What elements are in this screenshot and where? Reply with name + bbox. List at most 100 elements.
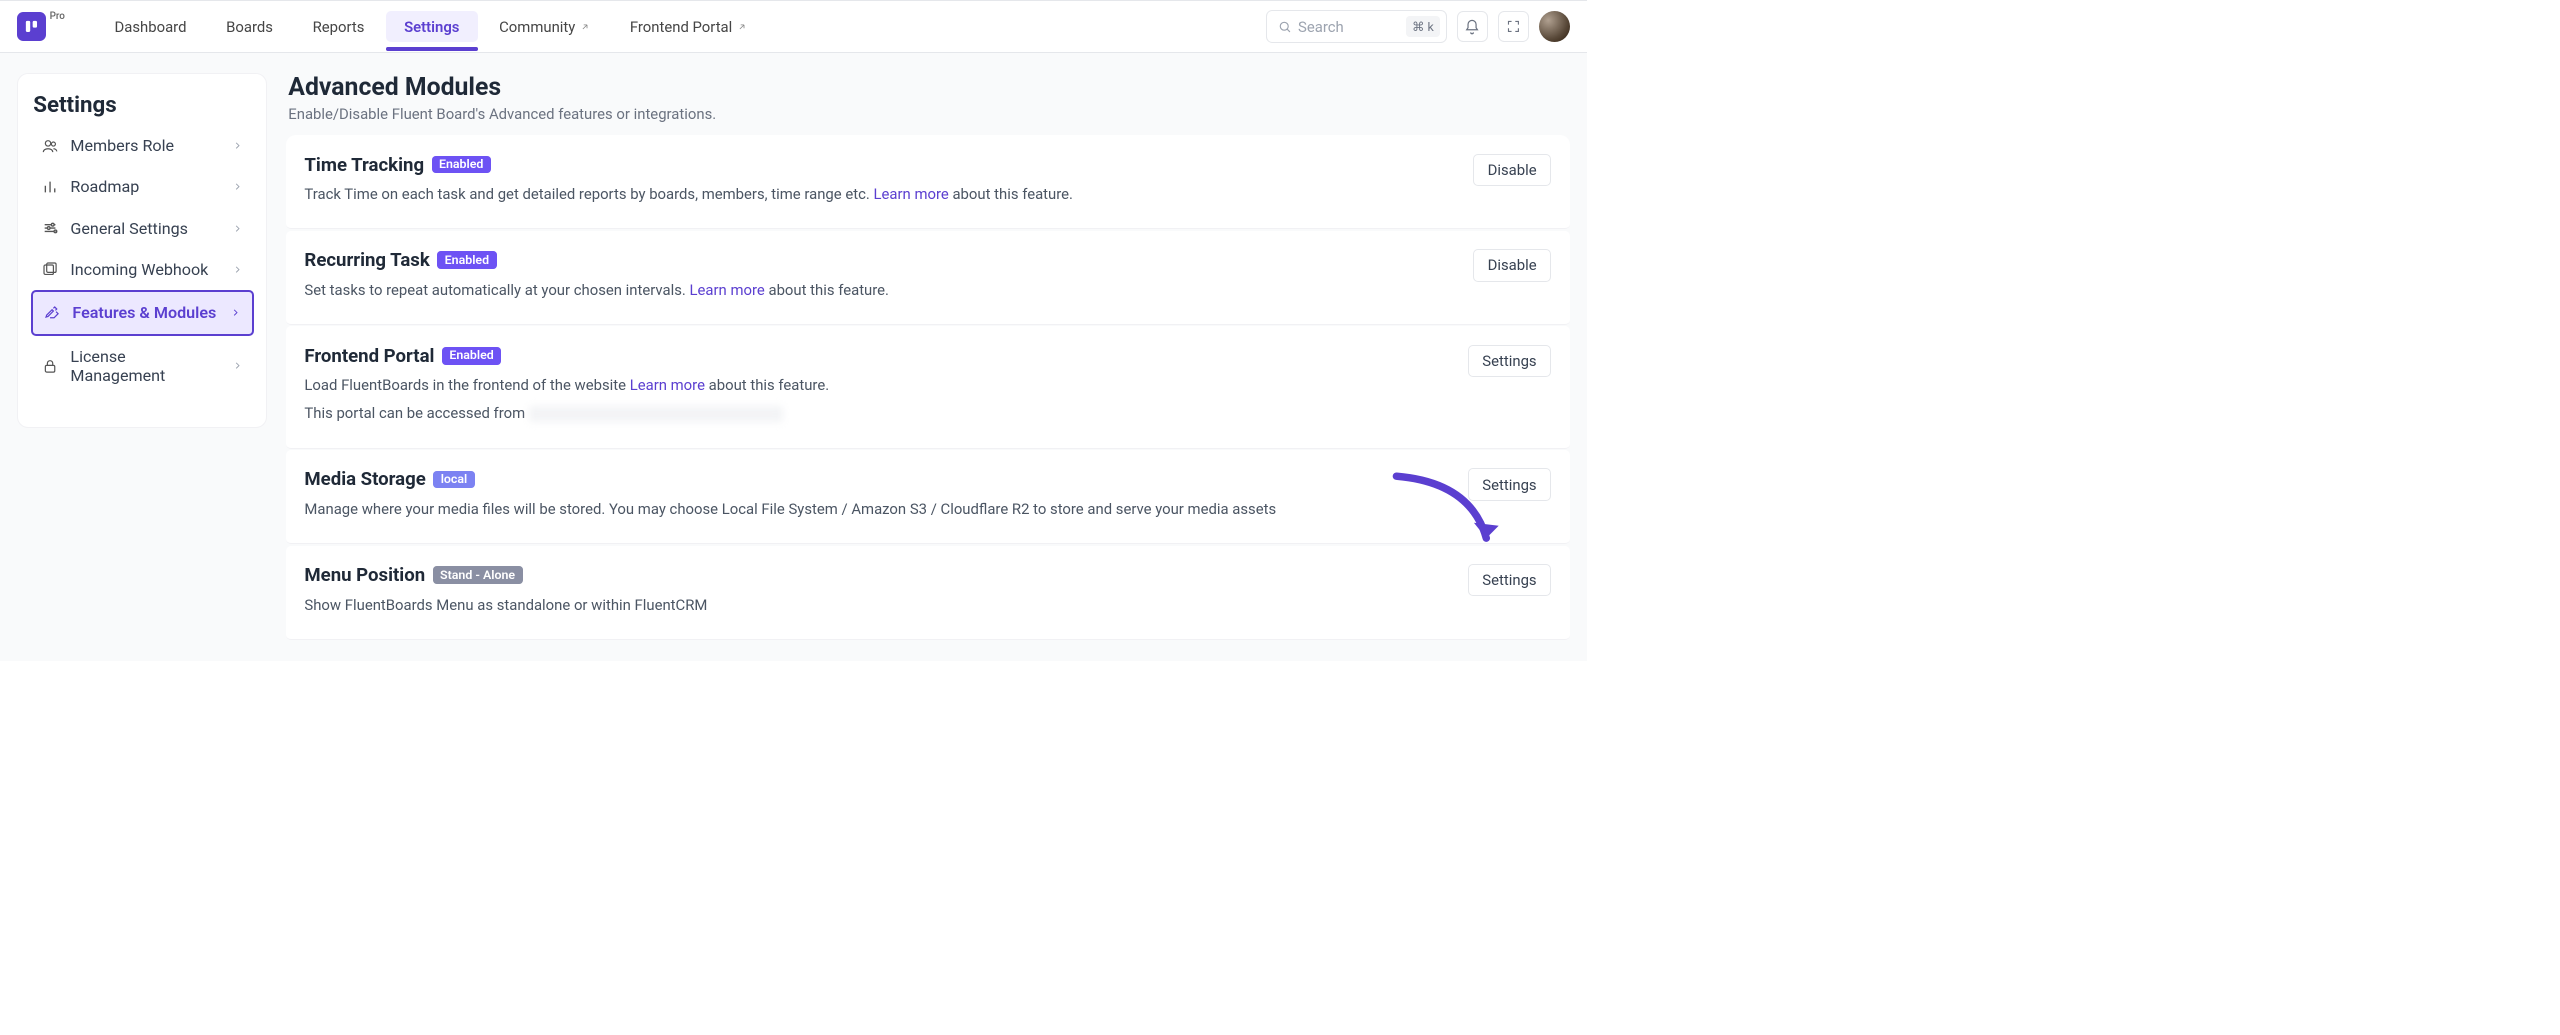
sidebar-item-label: Incoming Webhook: [70, 260, 208, 279]
nav-reports[interactable]: Reports: [294, 11, 383, 41]
topnav: Pro Dashboard Boards Reports Settings Co…: [0, 0, 1587, 53]
nav-boards[interactable]: Boards: [208, 11, 292, 41]
sidebar-item-label: Members Role: [70, 136, 174, 155]
topnav-right: Search ⌘ k: [1266, 10, 1570, 43]
module-actions: Disable: [1473, 154, 1551, 186]
plan-label: Pro: [50, 12, 65, 22]
keyboard-shortcut: ⌘ k: [1406, 16, 1440, 37]
nav-label: Reports: [313, 18, 365, 36]
avatar[interactable]: [1539, 11, 1570, 42]
chevron-right-icon: [232, 219, 243, 238]
module-card: Time Tracking Enabled Track Time on each…: [286, 135, 1570, 229]
module-left: Menu Position Stand - Alone Show FluentB…: [304, 564, 707, 616]
learn-more-link[interactable]: Learn more: [630, 376, 705, 394]
logo-icon: [24, 19, 39, 34]
sidebar-item-incoming-webhook[interactable]: Incoming Webhook: [31, 249, 254, 290]
sidebar-item-members-role[interactable]: Members Role: [31, 125, 254, 166]
settings-sidebar: Settings Members Role Roadmap General Se…: [17, 73, 267, 428]
status-badge: Enabled: [442, 347, 501, 364]
module-actions: Settings: [1468, 564, 1552, 596]
module-action-button[interactable]: Settings: [1468, 345, 1552, 377]
sidebar-title: Settings: [31, 92, 254, 118]
chevron-right-icon: [232, 356, 243, 375]
module-extra-line: This portal can be accessed from: [304, 402, 829, 425]
status-badge: local: [433, 471, 474, 488]
notification-button[interactable]: [1457, 11, 1488, 42]
module-description: Manage where your media files will be st…: [304, 498, 1276, 521]
chevron-right-icon: [232, 177, 243, 196]
learn-more-link[interactable]: Learn more: [690, 281, 765, 299]
search-input[interactable]: Search ⌘ k: [1266, 10, 1447, 43]
search-icon: [1278, 20, 1292, 34]
page-subtitle: Enable/Disable Fluent Board's Advanced f…: [288, 105, 1570, 123]
nav-label: Settings: [404, 18, 459, 36]
sidebar-item-label: Features & Modules: [72, 303, 216, 322]
module-left: Recurring Task Enabled Set tasks to repe…: [304, 249, 889, 301]
module-left: Time Tracking Enabled Track Time on each…: [304, 154, 1073, 206]
sliders-icon: [42, 220, 58, 236]
module-card: Media Storage local Manage where your me…: [286, 450, 1570, 544]
fullscreen-button[interactable]: [1498, 11, 1529, 42]
nav-dashboard[interactable]: Dashboard: [96, 11, 205, 41]
main-content: Advanced Modules Enable/Disable Fluent B…: [286, 73, 1570, 641]
module-title: Media Storage: [304, 468, 425, 490]
module-description: Load FluentBoards in the frontend of the…: [304, 374, 829, 397]
module-title-row: Media Storage local: [304, 468, 1276, 490]
sidebar-item-license-management[interactable]: License Management: [31, 336, 254, 396]
page-wrap: Settings Members Role Roadmap General Se…: [0, 53, 1587, 661]
chart-icon: [42, 179, 58, 195]
external-link-icon: [737, 18, 747, 36]
module-description: Track Time on each task and get detailed…: [304, 183, 1073, 206]
sidebar-item-label: General Settings: [70, 219, 188, 238]
module-title: Menu Position: [304, 564, 425, 586]
bell-icon: [1464, 19, 1480, 35]
module-action-button[interactable]: Disable: [1473, 154, 1551, 186]
sidebar-item-roadmap[interactable]: Roadmap: [31, 166, 254, 207]
sidebar-item-features-modules[interactable]: Features & Modules: [31, 290, 254, 335]
module-card: Recurring Task Enabled Set tasks to repe…: [286, 231, 1570, 325]
module-action-button[interactable]: Settings: [1468, 468, 1552, 500]
module-left: Media Storage local Manage where your me…: [304, 468, 1276, 520]
users-icon: [42, 138, 58, 154]
module-title-row: Time Tracking Enabled: [304, 154, 1073, 176]
logo[interactable]: Pro: [17, 12, 65, 41]
module-description: Show FluentBoards Menu as standalone or …: [304, 594, 707, 617]
nav-community[interactable]: Community: [481, 11, 609, 41]
nav-label: Dashboard: [115, 18, 187, 36]
status-badge: Enabled: [432, 156, 491, 173]
module-description: Set tasks to repeat automatically at you…: [304, 279, 889, 302]
module-action-button[interactable]: Settings: [1468, 564, 1552, 596]
learn-more-link[interactable]: Learn more: [874, 185, 949, 203]
expand-icon: [1506, 19, 1521, 34]
module-actions: Disable: [1473, 249, 1551, 281]
page-header: Advanced Modules Enable/Disable Fluent B…: [286, 73, 1570, 122]
logo-mark: [17, 12, 46, 41]
module-actions: Settings: [1468, 468, 1552, 500]
lock-icon: [42, 358, 58, 374]
sidebar-item-label: License Management: [70, 347, 219, 385]
status-badge: Enabled: [437, 251, 496, 268]
nav-frontend-portal[interactable]: Frontend Portal: [611, 11, 765, 41]
modules-list: Time Tracking Enabled Track Time on each…: [286, 135, 1570, 640]
nav-label: Community: [499, 18, 575, 36]
sidebar-item-label: Roadmap: [70, 177, 139, 196]
module-title: Time Tracking: [304, 154, 424, 176]
nav-settings[interactable]: Settings: [386, 11, 479, 41]
chevron-right-icon: [232, 260, 243, 279]
tool-icon: [44, 305, 60, 321]
module-action-button[interactable]: Disable: [1473, 249, 1551, 281]
module-actions: Settings: [1468, 345, 1552, 377]
search-placeholder: Search: [1298, 18, 1344, 36]
nav-label: Boards: [226, 18, 273, 36]
chevron-right-icon: [232, 136, 243, 155]
webhook-icon: [42, 261, 58, 277]
sidebar-item-general-settings[interactable]: General Settings: [31, 208, 254, 249]
module-title: Frontend Portal: [304, 345, 434, 367]
module-title: Recurring Task: [304, 249, 429, 271]
nav-links: Dashboard Boards Reports Settings Commun…: [96, 1, 766, 52]
module-title-row: Frontend Portal Enabled: [304, 345, 829, 367]
external-link-icon: [580, 18, 590, 36]
module-title-row: Menu Position Stand - Alone: [304, 564, 707, 586]
chevron-right-icon: [230, 303, 241, 322]
module-card: Frontend Portal Enabled Load FluentBoard…: [286, 326, 1570, 448]
